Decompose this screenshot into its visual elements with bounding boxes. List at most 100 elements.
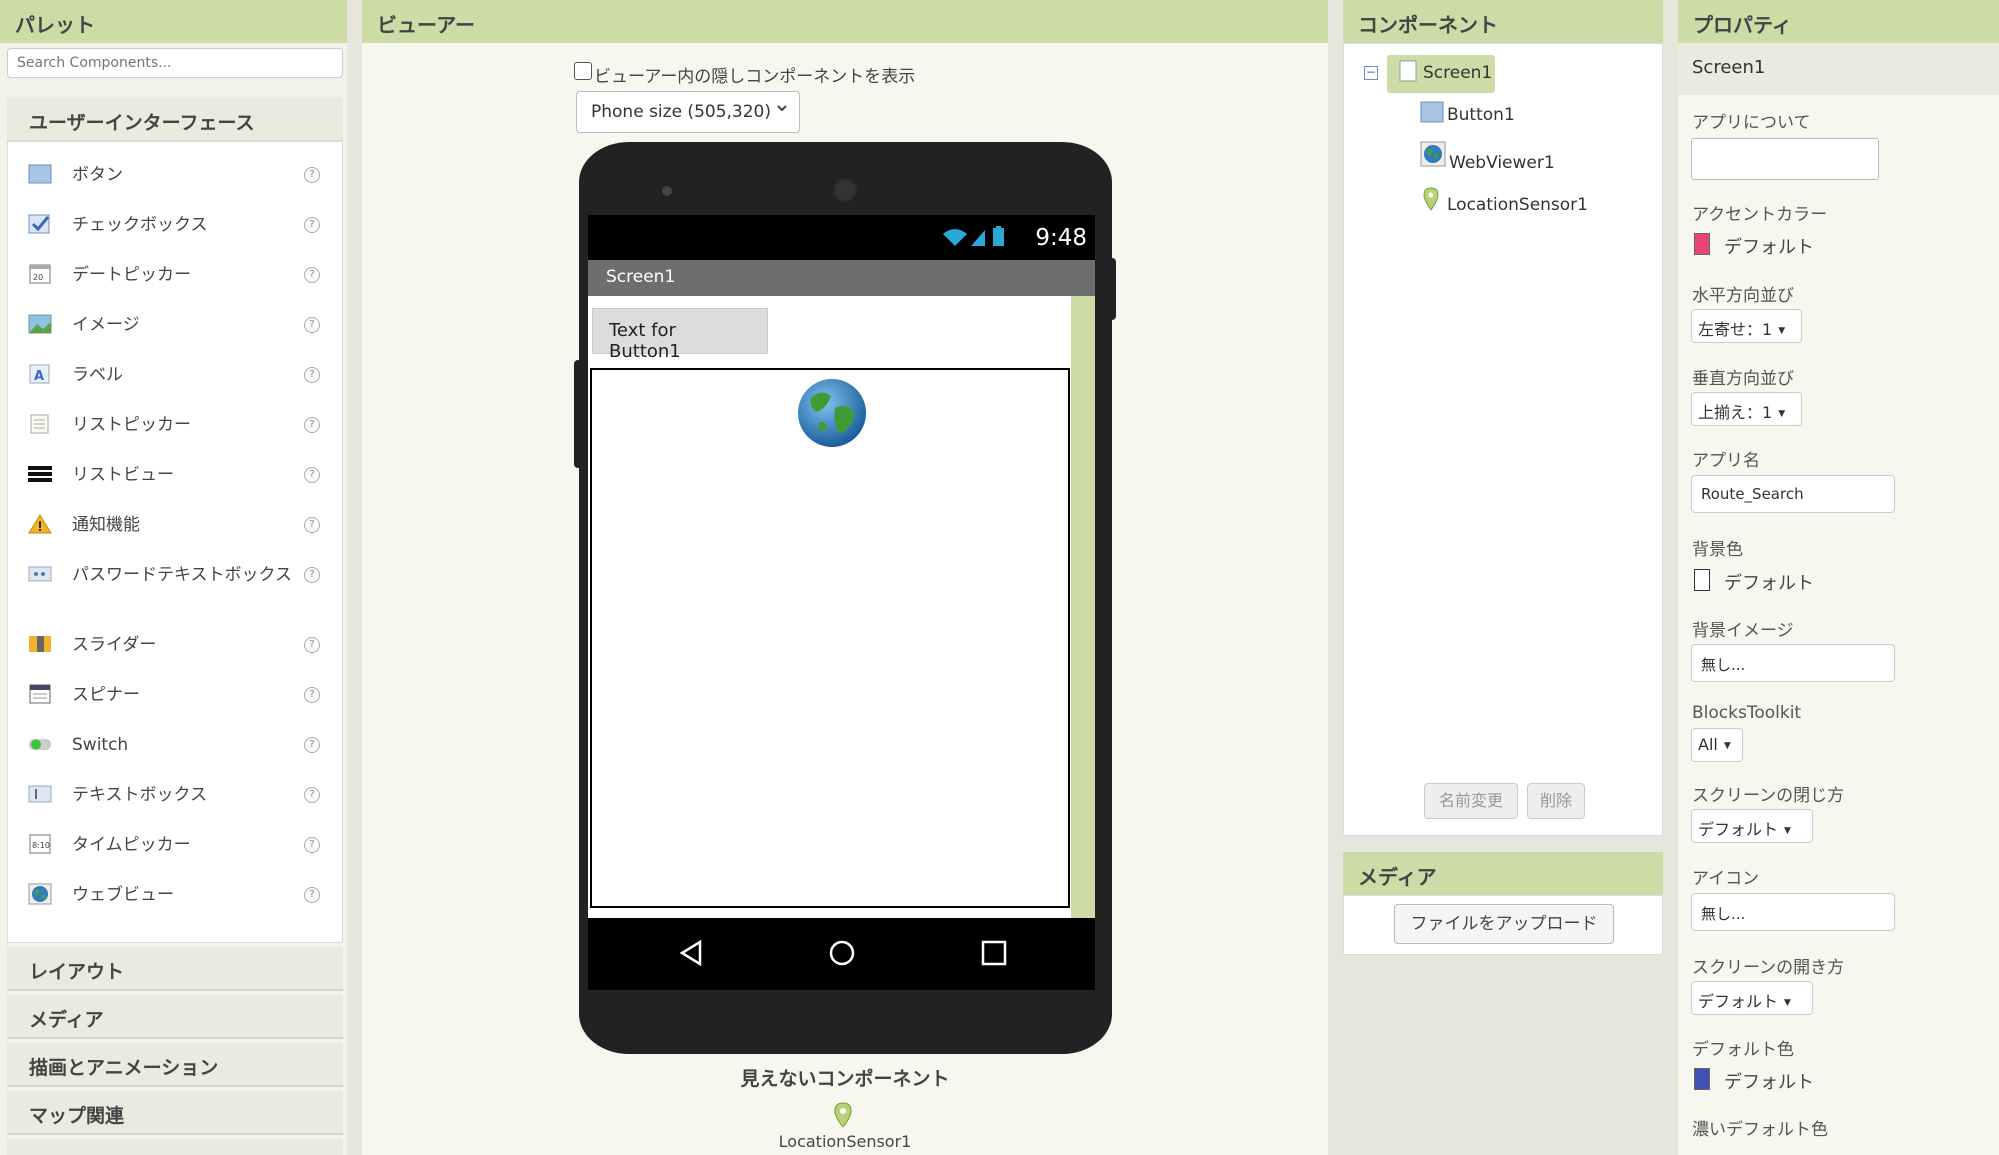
horizontal-align-select[interactable]: 左寄せ：1 ▼ [1691, 309, 1802, 343]
primary-color-swatch[interactable] [1694, 1068, 1710, 1090]
prop-icon-label: アイコン [1692, 869, 1760, 889]
close-anim-value: デフォルト [1698, 820, 1779, 839]
prop-accent-label: アクセントカラー [1692, 205, 1828, 225]
back-icon[interactable] [678, 938, 704, 972]
invisible-components-title: 見えないコンポーネント [740, 1068, 950, 1090]
palette-item-label-component[interactable]: A ラベル ? [8, 354, 342, 394]
prop-about-label: アプリについて [1692, 113, 1811, 133]
prop-primary-label: デフォルト色 [1692, 1040, 1794, 1060]
help-icon[interactable]: ? [304, 367, 320, 383]
user-interface-component-list: ボタン ? チェックボックス ? 20 デートピッカー ? イメージ ? A ラ… [7, 141, 343, 943]
palette-item-label: タイムピッカー [72, 835, 191, 855]
palette-item-checkbox[interactable]: チェックボックス ? [8, 204, 342, 244]
tree-node-button1[interactable]: Button1 [1447, 105, 1515, 125]
dropdown-arrow-icon: ▼ [1723, 741, 1731, 751]
palette-section-drawing-animation[interactable]: 描画とアニメーション [7, 1043, 343, 1087]
palette-section-media[interactable]: メディア [7, 995, 343, 1039]
palette-item-listview[interactable]: リストビュー ? [8, 454, 342, 494]
components-title: コンポーネント [1343, 0, 1663, 43]
phone-camera [662, 186, 672, 196]
show-hidden-components-checkbox[interactable] [574, 62, 592, 80]
upload-file-button[interactable]: ファイルをアップロード [1394, 904, 1614, 944]
help-icon[interactable]: ? [304, 267, 320, 283]
help-icon[interactable]: ? [304, 737, 320, 753]
palette-item-image[interactable]: イメージ ? [8, 304, 342, 344]
webviewer1-preview[interactable] [590, 368, 1070, 908]
help-icon[interactable]: ? [304, 317, 320, 333]
help-icon[interactable]: ? [304, 517, 320, 533]
phone-size-select[interactable]: Phone size (505,320) [576, 91, 800, 133]
palette-section-user-interface[interactable]: ユーザーインターフェース [7, 98, 343, 142]
close-animation-select[interactable]: デフォルト ▼ [1691, 809, 1813, 843]
palette-title: パレット [0, 0, 347, 43]
dropdown-arrow-icon: ▼ [1784, 826, 1791, 836]
media-panel: ファイルをアップロード [1343, 895, 1663, 955]
help-icon[interactable]: ? [304, 687, 320, 703]
help-icon[interactable]: ? [304, 217, 320, 233]
icon-picker[interactable]: 無し... [1691, 893, 1895, 931]
textbox-icon [28, 783, 52, 805]
help-icon[interactable]: ? [304, 787, 320, 803]
palette-section-layout[interactable]: レイアウト [7, 947, 343, 991]
palette-section-next[interactable] [7, 1139, 343, 1155]
search-components-input[interactable] [7, 48, 343, 78]
home-icon[interactable] [828, 938, 856, 972]
prop-close-anim-label: スクリーンの閉じ方 [1692, 786, 1845, 806]
help-icon[interactable]: ? [304, 417, 320, 433]
delete-button[interactable]: 削除 [1527, 783, 1585, 819]
phone-clock: 9:48 [1035, 225, 1087, 251]
palette-item-button[interactable]: ボタン ? [8, 154, 342, 194]
help-icon[interactable]: ? [304, 167, 320, 183]
palette-item-label: ウェブビュー [72, 885, 174, 905]
palette-item-switch[interactable]: Switch ? [8, 724, 342, 764]
blocks-toolkit-select[interactable]: All ▼ [1691, 728, 1743, 762]
switch-icon [28, 733, 52, 755]
accent-color-swatch[interactable] [1694, 233, 1710, 255]
palette-section-maps[interactable]: マップ関連 [7, 1091, 343, 1135]
phone-screen[interactable]: Text for Button1 [588, 296, 1095, 918]
palette-item-datepicker[interactable]: 20 デートピッカー ? [8, 254, 342, 294]
rename-button[interactable]: 名前変更 [1424, 783, 1518, 819]
palette-item-timepicker[interactable]: 8:10 タイムピッカー ? [8, 824, 342, 864]
palette-item-notifier[interactable]: 通知機能 ? [8, 504, 342, 544]
collapse-icon[interactable]: − [1364, 66, 1378, 80]
tree-node-screen1[interactable]: Screen1 [1423, 63, 1492, 83]
recents-icon[interactable] [980, 938, 1008, 972]
app-name-input[interactable]: Route_Search [1691, 475, 1895, 513]
palette-item-spinner[interactable]: スピナー ? [8, 674, 342, 714]
accent-color-value[interactable]: デフォルト [1724, 233, 1814, 259]
tree-node-locationsensor1[interactable]: LocationSensor1 [1447, 195, 1588, 215]
screen-scroll-strip [1071, 296, 1095, 918]
viewer-title: ビューアー [362, 0, 1328, 43]
help-icon[interactable]: ? [304, 567, 320, 583]
phone-status-bar: 9:48 [588, 215, 1095, 260]
palette-item-password-textbox[interactable]: パスワードテキストボックス ? [8, 554, 342, 614]
slider-icon [28, 633, 52, 655]
location-pin-icon [833, 1102, 853, 1132]
palette-item-listpicker[interactable]: リストピッカー ? [8, 404, 342, 444]
background-image-picker[interactable]: 無し... [1691, 644, 1895, 682]
open-animation-select[interactable]: デフォルト ▼ [1691, 981, 1813, 1015]
button1-preview[interactable]: Text for Button1 [592, 308, 768, 362]
tree-node-webviewer1[interactable]: WebViewer1 [1449, 153, 1555, 173]
dropdown-arrow-icon: ▼ [1778, 409, 1786, 419]
about-screen-textarea[interactable] [1691, 138, 1879, 180]
listview-icon [28, 463, 52, 485]
show-hidden-components-label[interactable]: ビューアー内の隠しコンポーネントを表示 [594, 62, 915, 87]
invisible-component-location-sensor[interactable]: LocationSensor1 [362, 1132, 1328, 1151]
palette-item-textbox[interactable]: テキストボックス ? [8, 774, 342, 814]
dropdown-arrow-icon: ▼ [1784, 998, 1791, 1008]
primary-color-value[interactable]: デフォルト [1724, 1068, 1814, 1094]
help-icon[interactable]: ? [304, 837, 320, 853]
palette-item-label: パスワードテキストボックス [72, 565, 292, 585]
palette-item-webviewer[interactable]: ウェブビュー ? [8, 874, 342, 914]
background-color-value[interactable]: デフォルト [1724, 569, 1814, 595]
palette-item-slider[interactable]: スライダー ? [8, 624, 342, 664]
help-icon[interactable]: ? [304, 637, 320, 653]
vertical-align-select[interactable]: 上揃え：1 ▼ [1691, 392, 1802, 426]
chevron-down-icon [775, 101, 789, 119]
help-icon[interactable]: ? [304, 467, 320, 483]
help-icon[interactable]: ? [304, 887, 320, 903]
halign-value: 左寄せ：1 [1698, 320, 1773, 339]
background-color-swatch[interactable] [1694, 569, 1710, 591]
